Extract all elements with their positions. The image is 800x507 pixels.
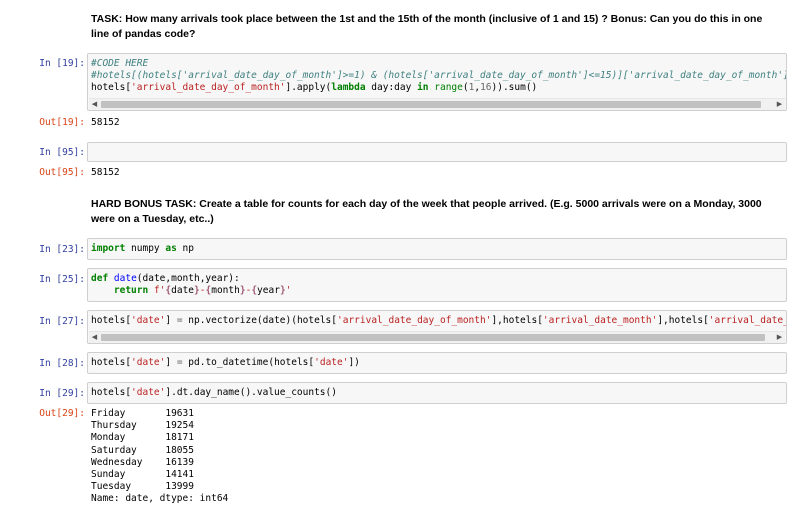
horizontal-scrollbar-19[interactable]: ◀ ▶ <box>89 98 785 110</box>
code-editor-19[interactable]: #CODE HERE #hotels[(hotels['arrival_date… <box>88 54 786 94</box>
output-95: 58152 <box>91 167 120 178</box>
in-prompt-27: In [27]: <box>39 316 85 327</box>
scroll-right-arrow-icon[interactable]: ▶ <box>774 99 785 110</box>
code-editor-27[interactable]: hotels['date'] = np.vectorize(date)(hote… <box>88 311 786 327</box>
horizontal-scrollbar-27[interactable]: ◀ ▶ <box>89 331 785 343</box>
scroll-thumb[interactable] <box>101 334 765 341</box>
in-prompt-25: In [25]: <box>39 274 85 285</box>
code-cell-23[interactable]: import numpy as np <box>87 238 787 260</box>
code-cell-25[interactable]: def date(date,month,year): return f'{dat… <box>87 268 787 302</box>
output-19: 58152 <box>91 117 120 128</box>
code-editor-25[interactable]: def date(date,month,year): return f'{dat… <box>88 269 786 297</box>
code-cell-27[interactable]: hotels['date'] = np.vectorize(date)(hote… <box>87 310 787 344</box>
code-editor-28[interactable]: hotels['date'] = pd.to_datetime(hotels['… <box>88 353 786 369</box>
scroll-left-arrow-icon[interactable]: ◀ <box>89 332 100 343</box>
scroll-thumb[interactable] <box>101 101 761 108</box>
markdown-task-1: TASK: How many arrivals took place betwe… <box>91 13 763 40</box>
code-editor-29[interactable]: hotels['date'].dt.day_name().value_count… <box>88 383 786 399</box>
output-29: Friday 19631 Thursday 19254 Monday 18171… <box>91 408 229 505</box>
in-prompt-28: In [28]: <box>39 358 85 369</box>
scroll-right-arrow-icon[interactable]: ▶ <box>774 332 785 343</box>
code-line-comment-1: #CODE HERE <box>91 58 149 69</box>
in-prompt-29: In [29]: <box>39 388 85 399</box>
out-prompt-95: Out[95]: <box>39 167 85 178</box>
scroll-left-arrow-icon[interactable]: ◀ <box>89 99 100 110</box>
code-line-apply: hotels['arrival_date_day_of_month'].appl… <box>91 82 538 93</box>
code-cell-19[interactable]: #CODE HERE #hotels[(hotels['arrival_date… <box>87 53 787 111</box>
code-editor-95[interactable] <box>88 143 786 147</box>
out-prompt-19: Out[19]: <box>39 117 85 128</box>
out-prompt-29: Out[29]: <box>39 408 85 419</box>
code-editor-23[interactable]: import numpy as np <box>88 239 786 255</box>
code-cell-95[interactable] <box>87 142 787 162</box>
code-cell-28[interactable]: hotels['date'] = pd.to_datetime(hotels['… <box>87 352 787 374</box>
code-line-comment-2: #hotels[(hotels['arrival_date_day_of_mon… <box>91 70 787 81</box>
in-prompt-95: In [95]: <box>39 147 85 158</box>
in-prompt-19: In [19]: <box>39 58 85 69</box>
markdown-task-2: HARD BONUS TASK: Create a table for coun… <box>91 198 762 225</box>
code-cell-29[interactable]: hotels['date'].dt.day_name().value_count… <box>87 382 787 404</box>
in-prompt-23: In [23]: <box>39 244 85 255</box>
